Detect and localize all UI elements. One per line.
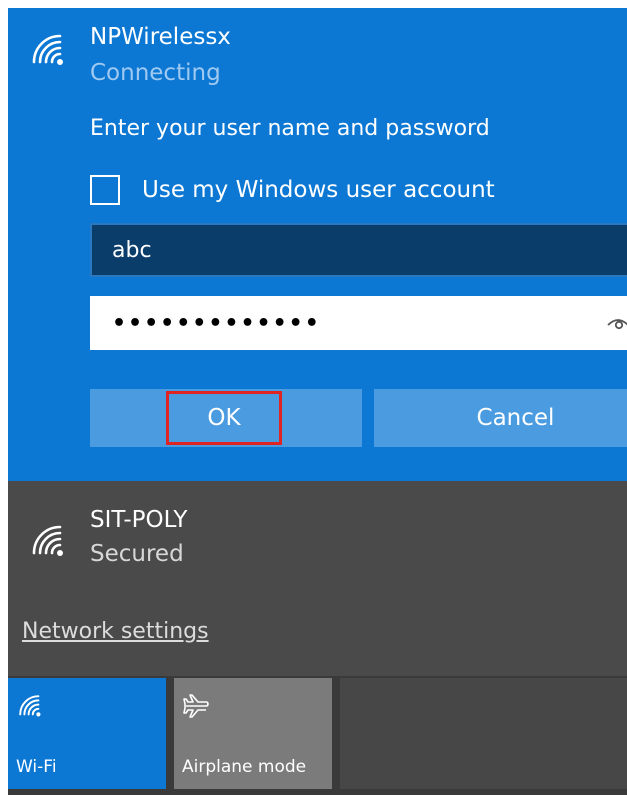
airplane-icon [183, 694, 209, 718]
active-network-card: NPWirelessx Connecting Enter your user n… [8, 8, 627, 481]
use-windows-account-checkbox[interactable]: Use my Windows user account [90, 172, 495, 208]
wifi-secured-icon [32, 34, 63, 65]
checkbox-box[interactable] [90, 175, 120, 205]
wifi-tile[interactable]: Wi-Fi [8, 678, 166, 789]
ok-button[interactable]: OK [90, 389, 362, 447]
wifi-tile-label: Wi-Fi [16, 757, 57, 777]
network-status: Secured [90, 541, 184, 567]
quick-actions: Wi-Fi Airplane mode [8, 676, 627, 795]
cancel-button-label: Cancel [476, 405, 555, 431]
credentials-prompt: Enter your user name and password [90, 116, 490, 141]
username-input[interactable]: abc [90, 223, 627, 277]
more-tiles-placeholder [340, 678, 627, 789]
wifi-secured-icon [32, 525, 63, 556]
ok-button-label: OK [166, 391, 282, 445]
wifi-icon [19, 695, 41, 717]
use-windows-account-label: Use my Windows user account [142, 177, 495, 203]
network-flyout: NPWirelessx Connecting Enter your user n… [0, 0, 627, 795]
reveal-password-icon[interactable] [606, 313, 627, 333]
active-network-status: Connecting [90, 60, 221, 86]
network-list: SIT-POLY Secured Network settings [8, 481, 627, 676]
password-input[interactable]: ••••••••••••• [90, 296, 627, 350]
network-settings-link[interactable]: Network settings [22, 619, 209, 644]
cancel-button[interactable]: Cancel [374, 389, 627, 447]
airplane-mode-tile[interactable]: Airplane mode [174, 678, 332, 789]
network-name: SIT-POLY [90, 507, 188, 533]
airplane-tile-label: Airplane mode [182, 757, 307, 777]
active-network-name: NPWirelessx [90, 24, 231, 50]
